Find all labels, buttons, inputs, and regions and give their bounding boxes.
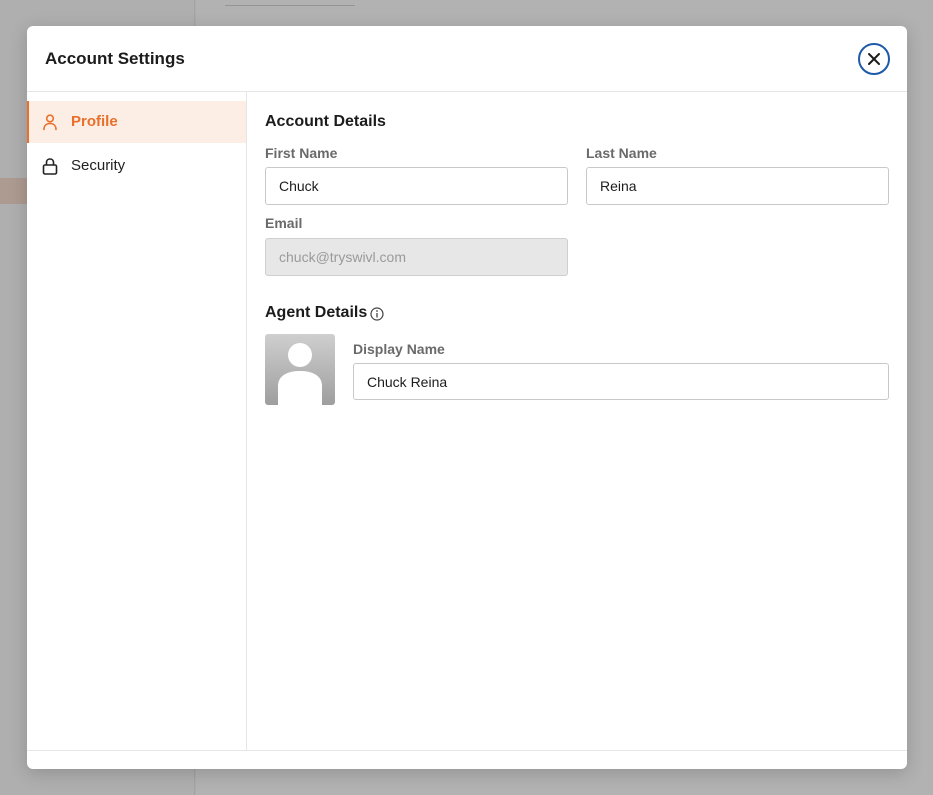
settings-sidebar: Profile Security xyxy=(27,92,247,750)
modal-title: Account Settings xyxy=(45,49,185,68)
sidebar-item-profile[interactable]: Profile xyxy=(27,101,246,143)
avatar-placeholder-icon xyxy=(278,343,322,405)
modal-header: Account Settings xyxy=(27,26,907,92)
email-label: Email xyxy=(265,215,303,231)
user-icon xyxy=(43,114,57,131)
info-icon[interactable] xyxy=(370,307,384,321)
sidebar-item-label: Security xyxy=(71,157,126,174)
close-button[interactable] xyxy=(858,43,890,75)
email-field xyxy=(265,238,568,276)
first-name-field[interactable] xyxy=(265,167,568,205)
agent-details-title: Agent Details xyxy=(265,304,367,322)
agent-avatar[interactable] xyxy=(265,334,335,405)
agent-details-title-text: Agent Details xyxy=(265,304,368,321)
last-name-field[interactable] xyxy=(586,167,889,205)
first-name-label: First Name xyxy=(265,145,338,161)
modal-footer xyxy=(27,750,907,769)
account-settings-modal: Account Settings Profile Security Accoun… xyxy=(27,26,907,769)
display-name-label: Display Name xyxy=(353,341,445,357)
lock-icon xyxy=(42,158,58,175)
close-icon xyxy=(868,53,880,65)
display-name-field[interactable] xyxy=(353,363,889,400)
account-details-title: Account Details xyxy=(265,113,386,130)
last-name-label: Last Name xyxy=(586,145,657,161)
sidebar-item-security[interactable]: Security xyxy=(27,145,246,187)
sidebar-item-label: Profile xyxy=(71,113,118,130)
